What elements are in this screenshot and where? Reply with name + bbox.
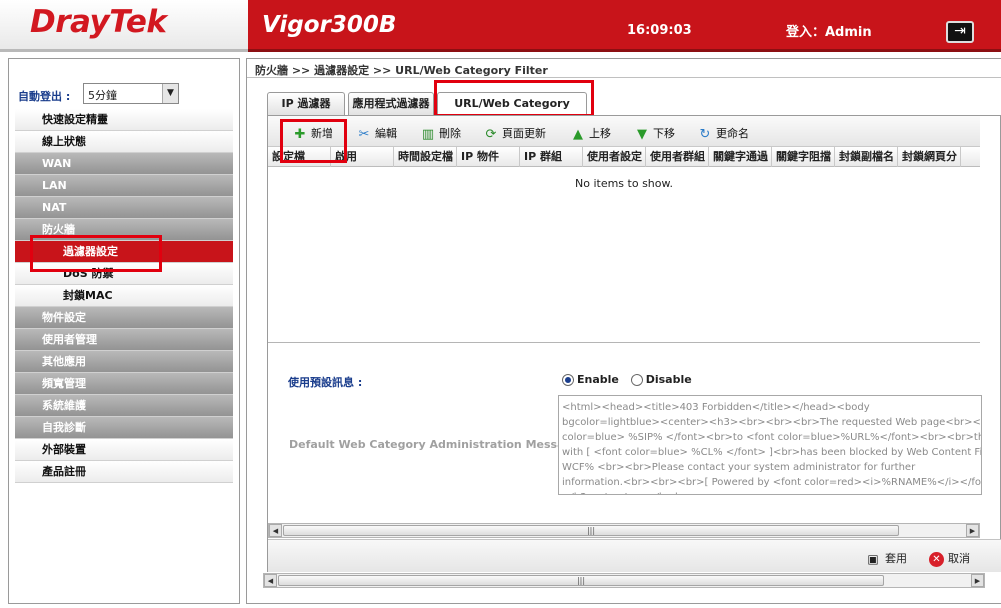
default-admin-message-textarea[interactable]: <html><head><title>403 Forbidden</title>… [558, 395, 982, 495]
disable-radio[interactable]: Disable [630, 373, 692, 386]
outer-horizontal-scrollbar[interactable]: ◀ ||| ▶ [263, 573, 985, 588]
scroll-left-icon[interactable]: ◀ [269, 524, 282, 537]
move-down-button[interactable]: ▼ 下移 [634, 125, 675, 142]
radio-unselected-icon[interactable] [630, 374, 643, 386]
sidebar-item-product-registration[interactable]: 產品註冊 [15, 461, 233, 483]
brand-logo-area: DrayTek [0, 0, 248, 52]
column-header[interactable]: 使用者群組 [646, 147, 709, 167]
auto-logout-label: 自動登出 : [18, 90, 71, 103]
table-header: 設定檔 啟用 時間設定檔 IP 物件 IP 群組 使用者設定 使用者群組 關鍵字… [268, 147, 980, 167]
inner-horizontal-scrollbar[interactable]: ◀ ||| ▶ [268, 523, 980, 538]
sidebar-item-applications[interactable]: 其他應用 [15, 351, 233, 373]
rename-icon: ↻ [699, 126, 711, 142]
main-content: 防火牆 >> 過濾器設定 >> URL/Web Category Filter … [246, 58, 1001, 604]
sidebar-item-block-mac[interactable]: 封鎖MAC [15, 285, 233, 307]
column-header[interactable]: IP 物件 [457, 147, 520, 167]
login-user: 登入：Admin [786, 25, 872, 40]
toolbar: ✚ 新增 ✂ 編輯 ▥ 刪除 ⟳ 頁面更新 ▲ 上移 ▼ 下移 ↻ 更命名 [268, 116, 980, 147]
highlight-box-url-tab [434, 80, 594, 117]
column-header[interactable]: 使用者設定 [583, 147, 646, 167]
system-clock: 16:09:03 [627, 23, 692, 38]
edit-icon: ✂ [358, 126, 370, 142]
cancel-button[interactable]: ✕ 取消 [929, 550, 970, 567]
breadcrumb: 防火牆 >> 過濾器設定 >> URL/Web Category Filter [255, 64, 548, 77]
sidebar-menu: 快速設定精靈 線上狀態 WAN LAN NAT 防火牆 過濾器設定 DoS 防禦… [15, 109, 233, 483]
rename-button[interactable]: ↻ 更命名 [697, 125, 749, 142]
action-bar: ▣ 套用 ✕ 取消 [268, 539, 1001, 572]
scroll-left-icon[interactable]: ◀ [264, 574, 277, 587]
refresh-button[interactable]: ⟳ 頁面更新 [483, 125, 546, 142]
enable-radio[interactable]: Enable [562, 373, 619, 386]
column-header[interactable]: 封鎖網頁分 [898, 147, 961, 167]
move-up-button[interactable]: ▲ 上移 [570, 125, 611, 142]
move-down-label: 下移 [653, 127, 675, 140]
default-admin-message-label: Default Web Category Administration Mess… [289, 438, 589, 451]
delete-label: 刪除 [439, 127, 461, 140]
highlight-box-add-button [280, 119, 347, 163]
delete-icon: ▥ [421, 126, 435, 142]
sidebar-item-external-devices[interactable]: 外部裝置 [15, 439, 233, 461]
use-default-message-label: 使用預設訊息 : [288, 376, 363, 389]
logout-icon[interactable]: ⇥ [946, 21, 974, 43]
auto-logout-select[interactable]: 5分鐘 ▼ [83, 83, 179, 104]
brand-logo: DrayTek [30, 4, 167, 40]
profile-table: 設定檔 啟用 時間設定檔 IP 物件 IP 群組 使用者設定 使用者群組 關鍵字… [268, 147, 980, 343]
apply-label: 套用 [885, 552, 907, 565]
column-header[interactable]: IP 群組 [520, 147, 583, 167]
auto-logout: 自動登出 : 5分鐘 ▼ [15, 83, 235, 105]
product-name: Vigor300B [262, 12, 397, 38]
sidebar-item-user-management[interactable]: 使用者管理 [15, 329, 233, 351]
scroll-right-icon[interactable]: ▶ [971, 574, 984, 587]
column-header[interactable]: 關鍵字通過 [709, 147, 772, 167]
column-header[interactable]: 時間設定檔 [394, 147, 457, 167]
sidebar-item-online-status[interactable]: 線上狀態 [15, 131, 233, 153]
edit-label: 編輯 [375, 127, 397, 140]
breadcrumb-divider [247, 77, 1001, 78]
rename-label: 更命名 [716, 127, 749, 140]
delete-button[interactable]: ▥ 刪除 [420, 125, 461, 142]
sidebar-item-wan[interactable]: WAN [15, 153, 233, 175]
scroll-right-icon[interactable]: ▶ [966, 524, 979, 537]
arrow-down-icon: ▼ [637, 126, 647, 142]
top-header: DrayTek Vigor300B 16:09:03 登入：Admin ⇥ [0, 0, 1001, 52]
sidebar-item-quick-wizard[interactable]: 快速設定精靈 [15, 109, 233, 131]
default-message-radio-group: Enable Disable [562, 373, 692, 386]
highlight-box-filter-setup [30, 235, 162, 272]
sidebar-item-diagnostics[interactable]: 自我診斷 [15, 417, 233, 439]
scroll-thumb[interactable]: ||| [278, 575, 884, 586]
column-header[interactable]: 封鎖副檔名 [835, 147, 898, 167]
arrow-up-icon: ▲ [573, 126, 583, 142]
enable-label: Enable [577, 373, 619, 386]
refresh-icon: ⟳ [485, 126, 497, 142]
column-header[interactable]: 關鍵字阻擋 [772, 147, 835, 167]
sidebar: 自動登出 : 5分鐘 ▼ 快速設定精靈 線上狀態 WAN LAN NAT 防火牆… [8, 58, 240, 604]
apply-button[interactable]: ▣ 套用 [865, 550, 907, 567]
chevron-down-icon[interactable]: ▼ [162, 84, 178, 103]
sidebar-item-lan[interactable]: LAN [15, 175, 233, 197]
filter-panel: ✚ 新增 ✂ 編輯 ▥ 刪除 ⟳ 頁面更新 ▲ 上移 ▼ 下移 ↻ 更命名 設定檔 啟用 時間… [267, 115, 1001, 572]
tab-app-filter[interactable]: 應用程式過濾器 [348, 92, 434, 116]
empty-table-message: No items to show. [575, 177, 673, 190]
radio-selected-icon[interactable] [562, 374, 574, 386]
move-up-label: 上移 [589, 127, 611, 140]
sidebar-item-nat[interactable]: NAT [15, 197, 233, 219]
scroll-thumb[interactable]: ||| [283, 525, 899, 536]
sidebar-item-objects[interactable]: 物件設定 [15, 307, 233, 329]
save-icon: ▣ [867, 551, 879, 566]
tab-ip-filter[interactable]: IP 過濾器 [267, 92, 345, 116]
cancel-label: 取消 [948, 552, 970, 565]
auto-logout-value: 5分鐘 [88, 89, 117, 102]
cancel-icon: ✕ [929, 551, 944, 567]
sidebar-item-bandwidth[interactable]: 頻寬管理 [15, 373, 233, 395]
edit-button[interactable]: ✂ 編輯 [356, 125, 397, 142]
sidebar-item-system-maintenance[interactable]: 系統維護 [15, 395, 233, 417]
disable-label: Disable [645, 373, 692, 386]
refresh-label: 頁面更新 [502, 127, 546, 140]
